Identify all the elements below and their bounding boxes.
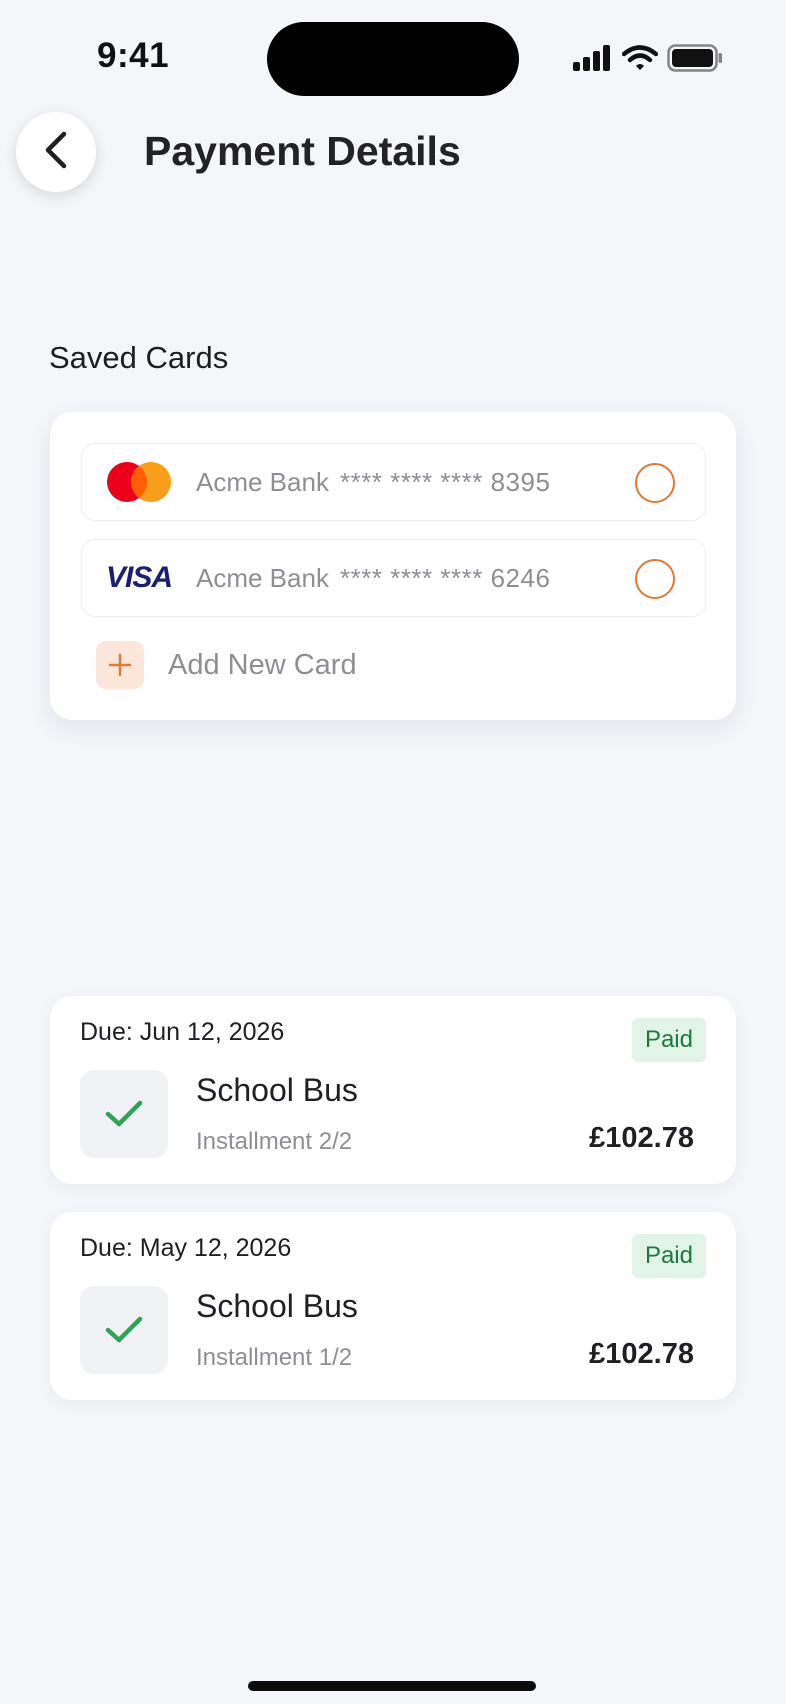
payment-title: School Bus [196,1288,358,1324]
battery-icon [667,44,723,77]
status-badge: Paid [631,1018,706,1062]
plus-icon [96,641,144,689]
status-time: 9:41 [97,36,170,75]
payment-installment: Installment 1/2 [196,1344,353,1371]
payment-due-date: Due: Jun 12, 2026 [80,1018,285,1046]
home-indicator[interactable] [248,1681,536,1691]
saved-cards-panel: Acme Bank **** **** **** 8395 VISA Acme … [50,412,736,720]
add-new-card-label: Add New Card [168,648,357,681]
status-badge: Paid [631,1234,706,1278]
payment-title: School Bus [196,1072,358,1108]
check-icon [80,1070,168,1158]
visa-logo-icon: VISA [82,561,196,595]
payment-amount: £102.78 [589,1338,694,1370]
card-bank-name: Acme Bank [196,466,329,497]
card-select-radio[interactable] [635,463,675,503]
payment-item[interactable]: Due: May 12, 2026 Paid School Bus Instal… [50,1212,736,1400]
payment-amount: £102.78 [589,1122,694,1154]
saved-card-mastercard[interactable]: Acme Bank **** **** **** 8395 [81,443,706,521]
page-title: Payment Details [144,128,461,174]
payment-installment: Installment 2/2 [196,1128,353,1155]
card-bank-name: Acme Bank [196,562,329,593]
saved-card-visa[interactable]: VISA Acme Bank **** **** **** 6246 [81,539,706,617]
payment-item[interactable]: Due: Jun 12, 2026 Paid School Bus Instal… [50,996,736,1184]
card-number: **** **** **** 6246 [340,562,551,593]
payment-details-screen: 9:41 Payment Details Saved Cards Acme Ba… [0,0,786,1704]
status-icons [573,44,723,77]
wifi-icon [621,45,659,76]
chevron-left-icon [42,130,70,175]
card-select-radio[interactable] [635,559,675,599]
payment-due-date: Due: May 12, 2026 [80,1234,292,1262]
dynamic-island [267,22,519,96]
back-button[interactable] [16,112,96,192]
saved-cards-title: Saved Cards [49,340,229,375]
card-number: **** **** **** 8395 [340,466,551,497]
visa-logo-text: VISA [105,561,173,594]
mastercard-logo-icon [82,461,196,503]
cellular-signal-icon [573,45,613,76]
check-icon [80,1286,168,1374]
add-new-card-button[interactable]: Add New Card [96,640,357,690]
